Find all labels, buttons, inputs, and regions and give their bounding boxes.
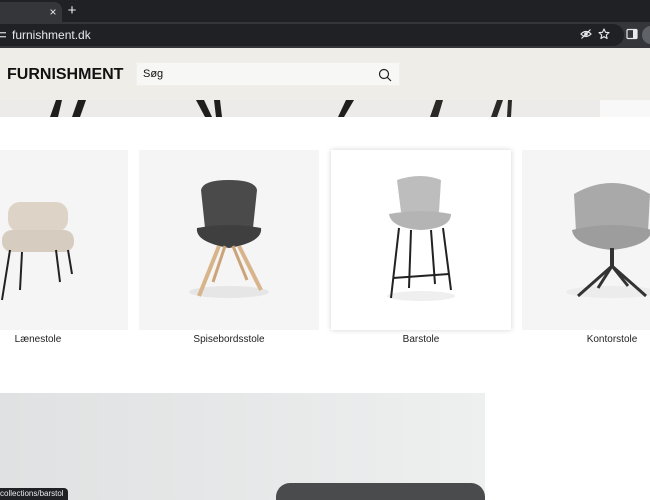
browser-tab-bar: × + [0,0,650,22]
category-card-barstole[interactable] [331,150,511,330]
category-card-laenestole[interactable] [0,150,128,330]
category-label-barstole[interactable]: Barstole [331,334,511,346]
search-icon[interactable] [378,68,392,82]
close-icon[interactable]: × [46,5,60,19]
category-label-laenestole[interactable]: Lænestole [0,334,128,346]
page-root: × + furnishment.dk FURNISHMENT Søg Lænes… [0,0,650,500]
url-text[interactable]: furnishment.dk [12,28,91,42]
eye-off-icon[interactable] [580,28,592,40]
search-field[interactable]: Søg [136,62,400,86]
lounge-chair-image [1,202,74,301]
category-card-kontorstole[interactable] [522,150,650,330]
site-header: FURNISHMENT Søg [0,48,650,100]
category-label-spisebordsstole[interactable]: Spisebordsstole [139,334,319,346]
office-chair-image [566,183,650,298]
bar-stool-image [387,176,455,301]
search-input[interactable]: Søg [143,68,163,81]
site-logo[interactable]: FURNISHMENT [7,66,123,84]
promo-banner-image[interactable] [0,393,485,500]
site-info-icon[interactable] [0,31,6,39]
dining-chair-image [189,180,269,298]
promo-banner-graphic [0,393,485,500]
browser-tab[interactable]: × [0,2,62,22]
plus-icon[interactable]: + [64,3,80,19]
address-bar[interactable]: furnishment.dk [0,24,624,46]
browser-toolbar: furnishment.dk [0,22,650,48]
hero-image-graphic [0,100,650,117]
status-bar-url: collections/barstol [0,488,68,500]
category-card-spisebordsstole[interactable] [139,150,319,330]
side-panel-icon[interactable] [626,28,638,40]
category-label-kontorstole[interactable]: Kontorstole [522,334,650,346]
hero-image[interactable] [0,100,650,117]
star-icon[interactable] [598,28,610,40]
